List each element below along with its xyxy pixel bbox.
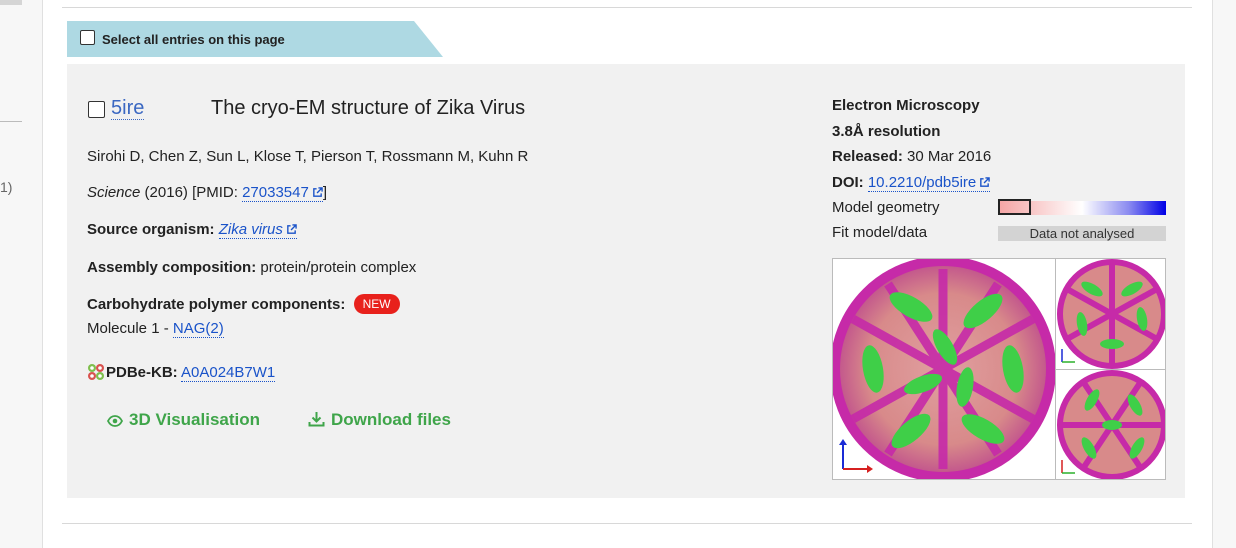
model-geometry-marker	[998, 199, 1031, 215]
released-row: Released: 30 Mar 2016	[832, 148, 991, 165]
assembly-row: Assembly composition: protein/protein co…	[87, 259, 416, 276]
download-icon	[308, 412, 325, 427]
external-link-icon	[312, 187, 323, 197]
select-all-label[interactable]: Select all entries on this page	[102, 32, 285, 47]
assembly-label: Assembly composition:	[87, 259, 257, 276]
pdbe-kb-link[interactable]: A0A024B7W1	[181, 364, 276, 382]
molecule-row: Molecule 1 - NAG(2)	[87, 320, 224, 338]
citation-close: ]	[322, 184, 327, 201]
external-link-icon	[287, 224, 297, 234]
pdb-id-link[interactable]: 5ire	[111, 97, 145, 120]
assembly-value: protein/protein complex	[260, 259, 417, 276]
fit-model-status: Data not analysed	[998, 226, 1166, 241]
left-sidebar-edge: 1)	[0, 0, 43, 548]
experimental-method: Electron Microscopy	[832, 97, 980, 114]
entry-title: The cryo-EM structure of Zika Virus	[211, 97, 526, 119]
pdbe-kb-label: PDBe-KB:	[106, 364, 178, 381]
doi-row: DOI: 10.2210/pdb5ire	[832, 174, 991, 192]
select-all-checkbox[interactable]	[80, 30, 95, 45]
citation-journal: Science	[87, 184, 141, 201]
entry-card: 5ire The cryo-EM structure of Zika Virus…	[67, 64, 1185, 498]
entry-citation: Science (2016) [PMID: 27033547]	[87, 184, 327, 202]
new-badge: NEW	[353, 294, 400, 314]
entry-checkbox[interactable]	[88, 101, 105, 118]
structure-side-view-top[interactable]	[1057, 259, 1166, 369]
top-divider	[62, 7, 1192, 8]
model-geometry-label: Model geometry	[832, 199, 940, 216]
pdbe-kb-row: PDBe-KB: A0A024B7W1	[87, 363, 276, 382]
3d-visualisation-button[interactable]: 3D Visualisation	[106, 410, 260, 430]
citation-year: (2016) [PMID:	[140, 184, 243, 201]
doi-link[interactable]: 10.2210/pdb5ire	[867, 174, 991, 192]
carbohydrate-row: Carbohydrate polymer components: NEW	[87, 294, 400, 314]
released-label: Released:	[832, 148, 903, 165]
source-organism-link[interactable]: Zika virus	[218, 221, 297, 239]
eye-icon	[106, 415, 124, 427]
entry-authors: Sirohi D, Chen Z, Sun L, Klose T, Pierso…	[87, 148, 529, 165]
left-sidebar-tab	[0, 0, 22, 5]
source-organism-row: Source organism: Zika virus	[87, 221, 297, 239]
bottom-divider	[62, 523, 1192, 524]
structure-main-view[interactable]	[833, 259, 1055, 480]
doi-label: DOI:	[832, 174, 864, 191]
select-all-bar: Select all entries on this page	[67, 21, 443, 57]
external-link-icon	[980, 177, 991, 187]
fit-model-label: Fit model/data	[832, 224, 928, 241]
source-organism-label: Source organism:	[87, 221, 215, 238]
released-value: 30 Mar 2016	[907, 148, 992, 165]
pmid-link[interactable]: 27033547	[242, 184, 323, 202]
pdbe-kb-logo-icon	[88, 364, 104, 380]
structure-side-view-bottom[interactable]	[1057, 370, 1166, 480]
nag-link[interactable]: NAG(2)	[172, 320, 224, 338]
left-sidebar-count: 1)	[0, 179, 13, 195]
right-sidebar-edge	[1212, 0, 1236, 548]
left-sidebar-divider	[0, 121, 22, 122]
structure-image-panel[interactable]	[832, 258, 1166, 480]
download-files-button[interactable]: Download files	[308, 410, 451, 430]
carbohydrate-label: Carbohydrate polymer components:	[87, 296, 346, 313]
molecule-prefix: Molecule 1 -	[87, 320, 173, 337]
resolution: 3.8Å resolution	[832, 123, 941, 140]
